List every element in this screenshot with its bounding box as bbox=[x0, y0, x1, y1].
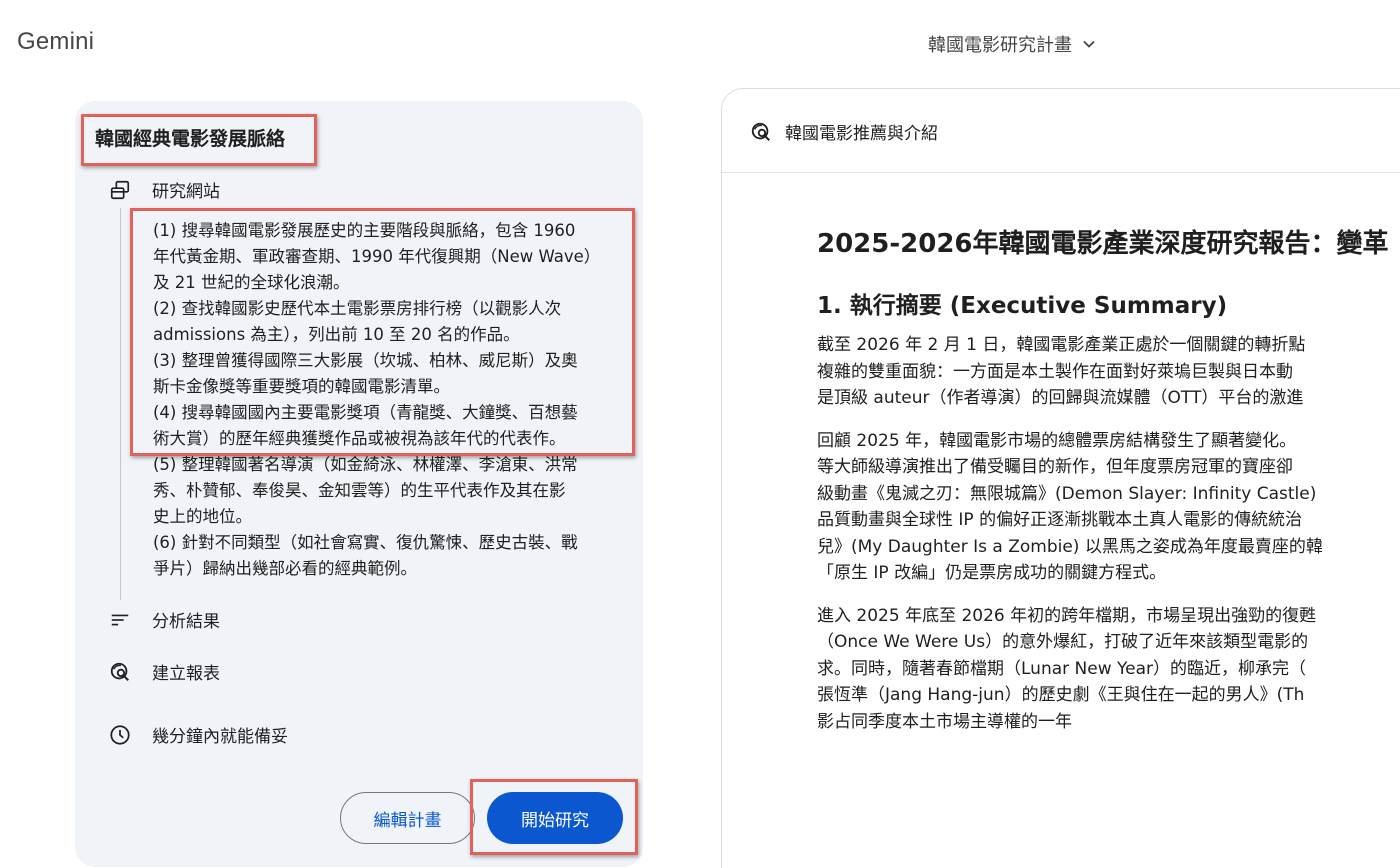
step-research-websites: 研究網站 bbox=[108, 177, 220, 202]
report-body: 2025-2026年韓國電影產業深度研究報告：變革 1. 執行摘要 (Execu… bbox=[817, 209, 1400, 735]
paragraph-2: 回顧 2025 年，韓國電影市場的總體票房結構發生了顯著變化。 等大師級導演推出… bbox=[817, 430, 1323, 584]
start-research-button[interactable]: 開始研究 bbox=[487, 792, 623, 844]
step-research-label: 研究網站 bbox=[152, 182, 220, 202]
edit-plan-button[interactable]: 編輯計畫 bbox=[340, 792, 475, 844]
chevron-down-icon bbox=[1083, 40, 1095, 48]
report-header-title[interactable]: 韓國電影推薦與介紹 bbox=[785, 119, 938, 144]
step-analyze-label: 分析結果 bbox=[152, 612, 220, 632]
section-heading: 1. 執行摘要 (Executive Summary) bbox=[817, 293, 1228, 319]
report-search-icon bbox=[750, 121, 772, 143]
task-item-3: (3) 整理曾獲得國際三大影展（坎城、柏林、威尼斯）及奧 斯卡金像獎等重要獎項的韓… bbox=[153, 351, 578, 396]
eta-label: 幾分鐘內就能備妥 bbox=[152, 727, 288, 747]
report-search-icon bbox=[108, 660, 132, 684]
clock-icon bbox=[108, 723, 132, 747]
analyze-lines-icon bbox=[108, 608, 132, 632]
report-title: 2025-2026年韓國電影產業深度研究報告：變革 bbox=[817, 229, 1389, 259]
report-panel: 韓國電影推薦與介紹 2025-2026年韓國電影產業深度研究報告：變革 1. 執… bbox=[721, 88, 1400, 868]
task-list: (1) 搜尋韓國電影發展歷史的主要階段與脈絡，包含 1960 年代黃金期、軍政審查… bbox=[153, 218, 623, 582]
web-research-icon bbox=[108, 178, 132, 202]
step-analyze-results: 分析結果 bbox=[108, 607, 220, 632]
report-header: 韓國電影推薦與介紹 bbox=[722, 89, 1400, 173]
paragraph-3: 進入 2025 年底至 2026 年初的跨年檔期，市場呈現出強勁的復甦 （Onc… bbox=[817, 605, 1317, 732]
step-report-label: 建立報表 bbox=[152, 664, 220, 684]
paragraph-1: 截至 2026 年 2 月 1 日，韓國電影產業正處於一個關鍵的轉折點 複雜的雙… bbox=[817, 335, 1306, 408]
task-item-2: (2) 查找韓國影史歷代本土電影票房排行榜（以觀影人次 admissions 為主… bbox=[153, 299, 562, 344]
project-name: 韓國電影研究計畫 bbox=[928, 35, 1072, 56]
step-create-report: 建立報表 bbox=[108, 659, 220, 684]
task-item-6: (6) 針對不同類型（如社會寫實、復仇驚悚、歷史古裝、戰 爭片）歸納出幾部必看的經… bbox=[153, 533, 578, 578]
step-connector-line bbox=[120, 208, 121, 600]
project-switcher[interactable]: 韓國電影研究計畫 bbox=[928, 31, 1096, 57]
task-item-5: (5) 整理韓國著名導演（如金綺泳、林權澤、李滄東、洪常 秀、朴贊郁、奉俊昊、金知… bbox=[153, 455, 578, 526]
task-item-1: (1) 搜尋韓國電影發展歷史的主要階段與脈絡，包含 1960 年代黃金期、軍政審查… bbox=[153, 221, 601, 292]
app-title[interactable]: Gemini bbox=[17, 28, 94, 56]
plan-title: 韓國經典電影發展脈絡 bbox=[95, 128, 286, 150]
task-item-4: (4) 搜尋韓國國內主要電影獎項（青龍獎、大鐘獎、百想藝 術大賞）的歷年經典獲獎作… bbox=[153, 403, 578, 448]
eta-row: 幾分鐘內就能備妥 bbox=[108, 722, 288, 747]
